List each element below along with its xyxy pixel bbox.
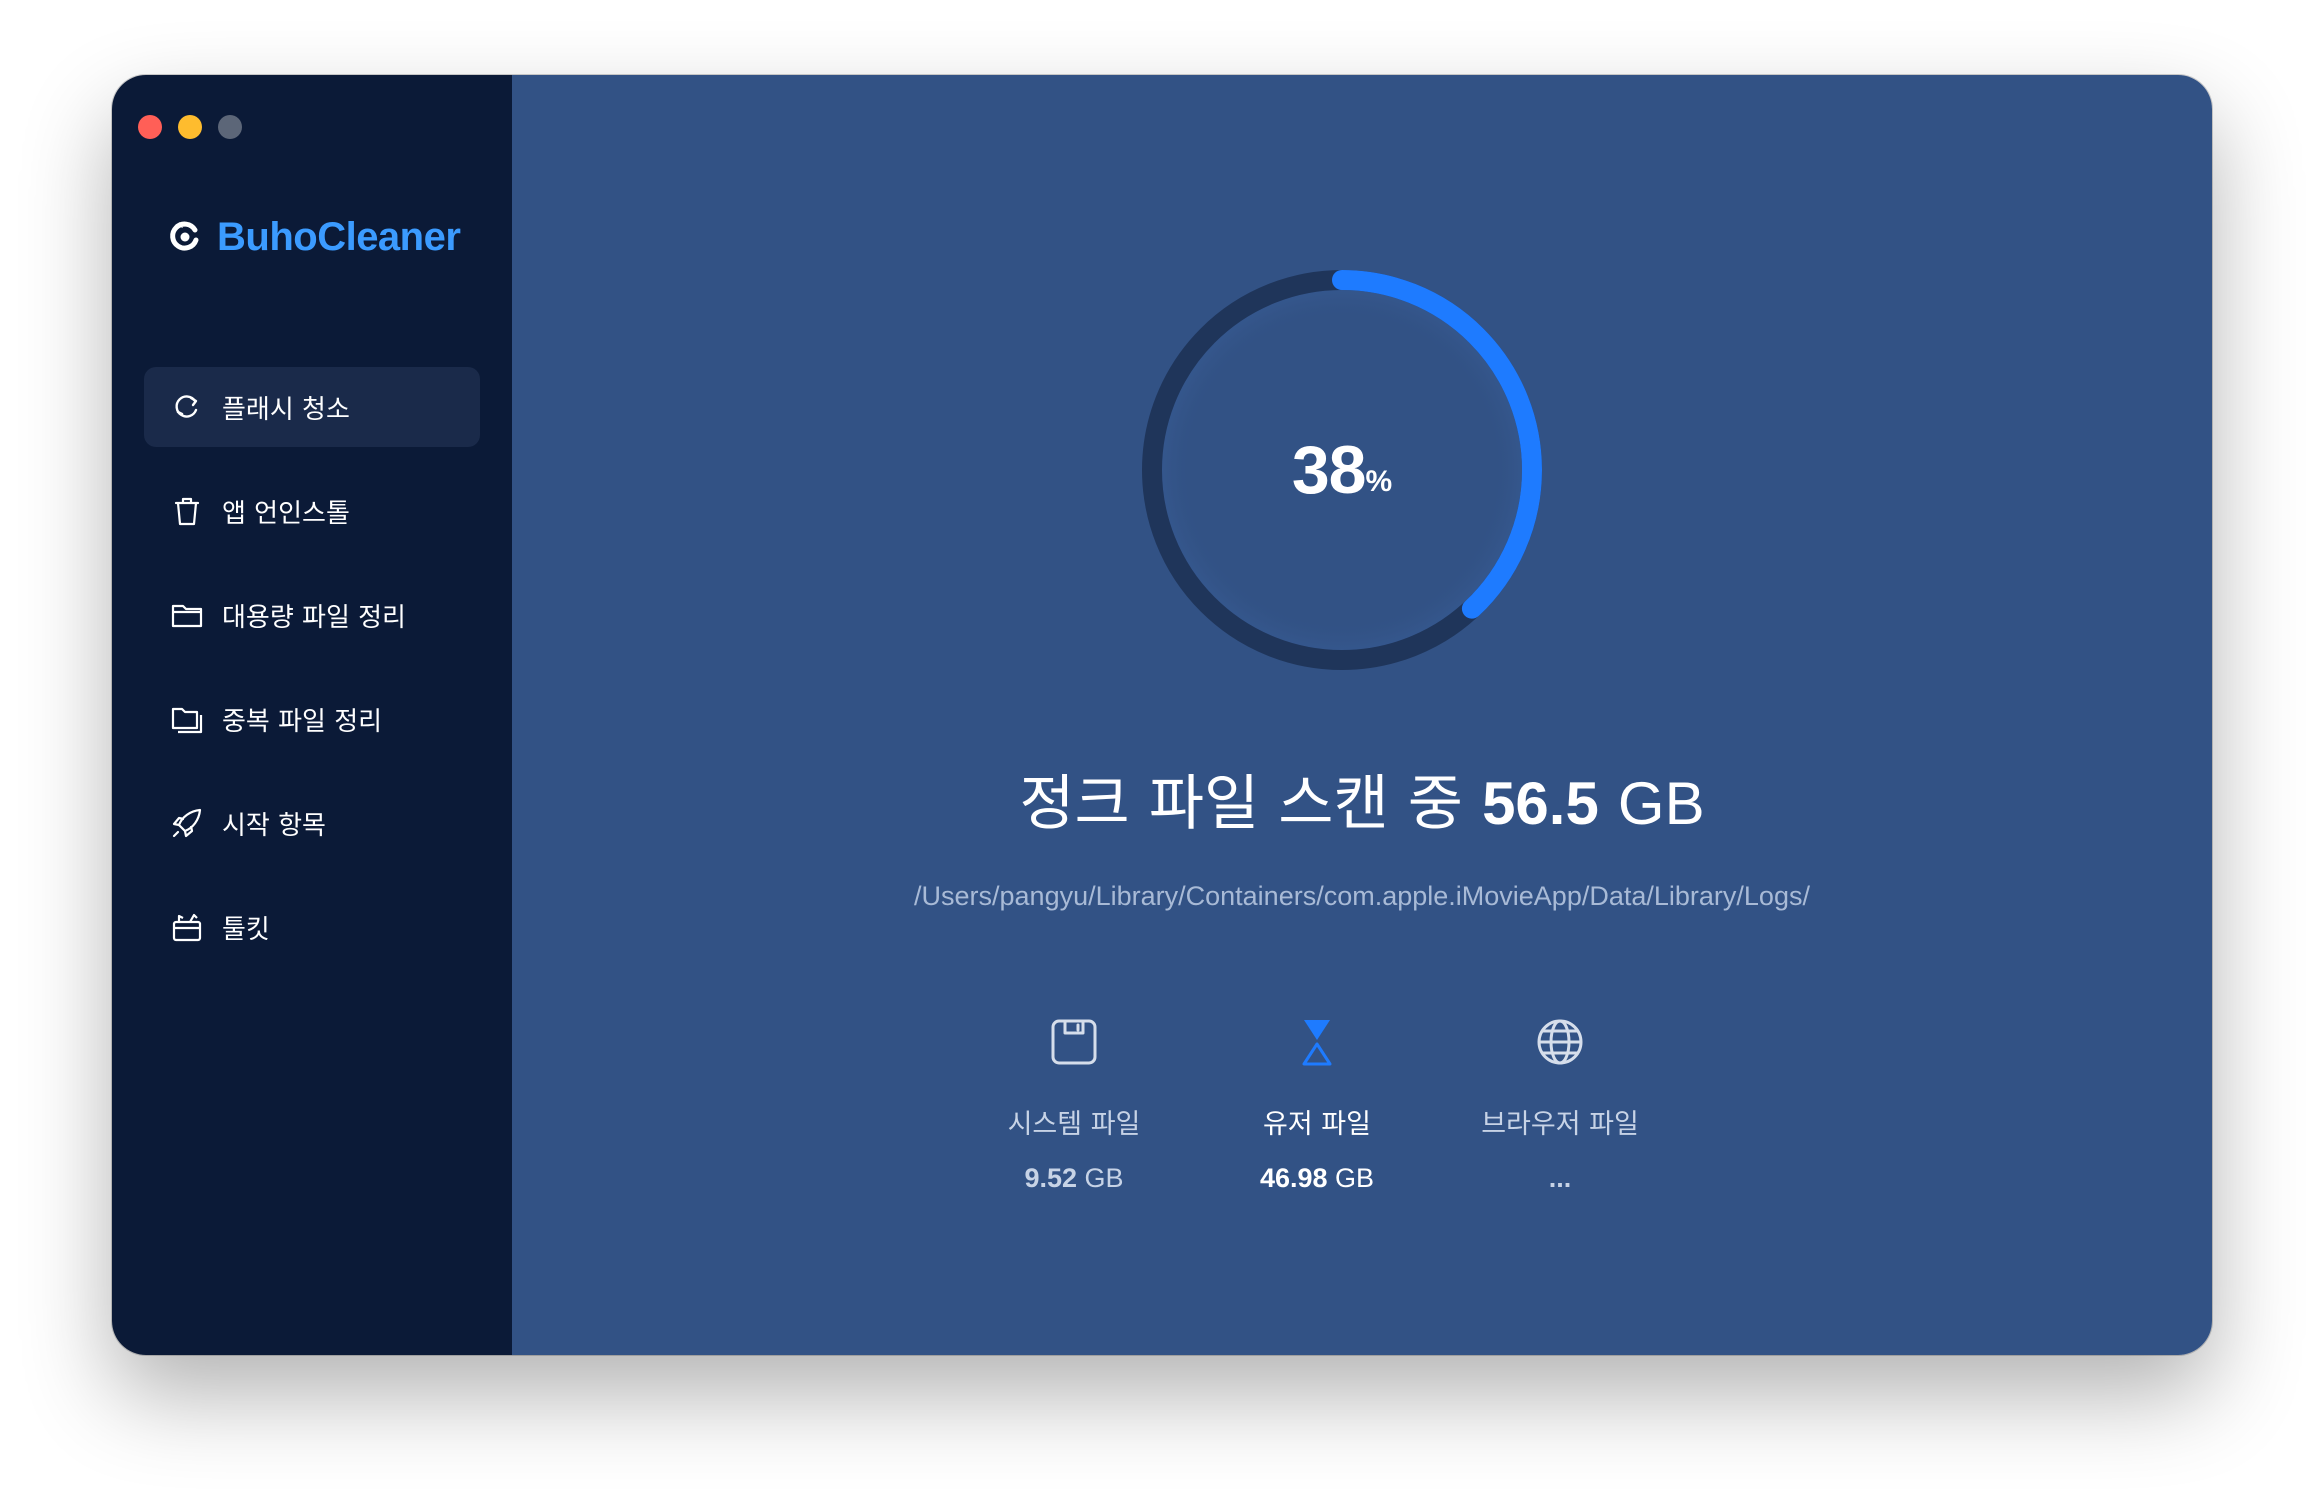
sidebar-nav: 플래시 청소 앱 언인스톨 대용량 파일 정리 중복 파일 정리 시작 항목 툴…	[144, 367, 480, 991]
rocket-icon	[170, 806, 204, 840]
scan-categories: 시스템 파일 9.52 GB 유저 파일 46.98 GB 브라우저 파일 ..…	[512, 1010, 2212, 1210]
scan-total-amount: 56.5	[1482, 770, 1599, 837]
category-user-files: 유저 파일 46.98 GB	[1197, 1010, 1437, 1194]
sidebar-item-label: 대용량 파일 정리	[222, 602, 406, 633]
category-label: 유저 파일	[1263, 1109, 1371, 1140]
globe-icon	[1440, 1010, 1680, 1074]
refresh-icon	[170, 390, 204, 424]
scan-progress-ring: 38 %	[1142, 270, 1542, 670]
app-name: BuhoCleaner	[217, 215, 461, 259]
folder-icon	[170, 598, 204, 632]
toolkit-icon	[170, 910, 204, 944]
hourglass-icon	[1197, 1010, 1437, 1074]
zoom-window-button[interactable]	[218, 115, 242, 139]
sidebar-item-label: 툴킷	[222, 914, 270, 945]
sidebar-item-flash-clean[interactable]: 플래시 청소	[144, 367, 480, 447]
progress-percent: 38 %	[1142, 270, 1542, 670]
sidebar-item-startup-items[interactable]: 시작 항목	[144, 783, 480, 863]
sidebar-item-label: 플래시 청소	[222, 394, 350, 425]
category-browser-files: 브라우저 파일 ...	[1440, 1010, 1680, 1194]
buho-logo-icon	[167, 218, 203, 258]
scan-headline: 정크 파일 스캔 중 56.5 GB	[512, 755, 2212, 842]
duplicate-folder-icon	[170, 702, 204, 736]
sidebar-item-duplicate-files[interactable]: 중복 파일 정리	[144, 679, 480, 759]
percent-sign: %	[1365, 465, 1393, 498]
sidebar: BuhoCleaner 플래시 청소 앱 언인스톨 대용량 파일 정리 중복 파…	[112, 75, 512, 1355]
category-system-files: 시스템 파일 9.52 GB	[954, 1010, 1194, 1194]
category-size: 46.98 GB	[1259, 1163, 1375, 1193]
sidebar-item-label: 중복 파일 정리	[222, 706, 383, 737]
progress-value: 38	[1291, 432, 1367, 508]
scan-status-text: 정크 파일 스캔 중	[1019, 769, 1463, 839]
sidebar-item-label: 시작 항목	[222, 810, 326, 841]
trash-icon	[170, 494, 204, 528]
minimize-window-button[interactable]	[178, 115, 202, 139]
app-window: BuhoCleaner 플래시 청소 앱 언인스톨 대용량 파일 정리 중복 파…	[112, 75, 2212, 1355]
main-panel: 38 % 정크 파일 스캔 중 56.5 GB /Users/pangyu/Li…	[512, 75, 2212, 1355]
close-window-button[interactable]	[138, 115, 162, 139]
category-size: ...	[1548, 1163, 1572, 1193]
app-brand: BuhoCleaner	[167, 215, 461, 260]
disk-icon	[954, 1010, 1194, 1074]
sidebar-item-large-files[interactable]: 대용량 파일 정리	[144, 575, 480, 655]
scan-total-unit: GB	[1617, 770, 1705, 837]
current-scan-path: /Users/pangyu/Library/Containers/com.app…	[914, 881, 1810, 911]
category-label: 브라우저 파일	[1481, 1109, 1639, 1140]
category-label: 시스템 파일	[1007, 1109, 1141, 1140]
sidebar-item-label: 앱 언인스톨	[222, 498, 350, 529]
window-controls	[138, 115, 242, 139]
sidebar-item-toolkit[interactable]: 툴킷	[144, 887, 480, 967]
sidebar-item-app-uninstall[interactable]: 앱 언인스톨	[144, 471, 480, 551]
category-size: 9.52 GB	[1024, 1163, 1124, 1193]
